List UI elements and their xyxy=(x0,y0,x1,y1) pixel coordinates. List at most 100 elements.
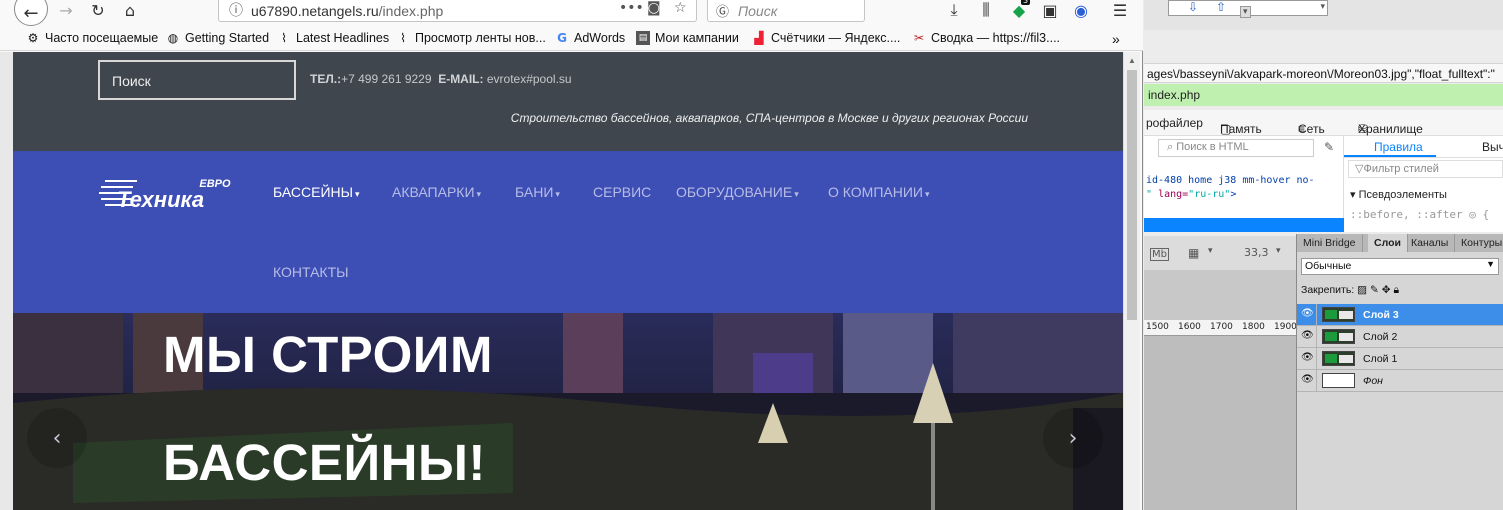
chevron-right-icon: › xyxy=(1068,425,1078,451)
rules-tabs: Правила Выч xyxy=(1344,136,1503,158)
brush-icon[interactable]: ✎ xyxy=(1370,284,1379,296)
arrow-right-icon: → xyxy=(59,0,73,20)
tab-rules[interactable]: Правила xyxy=(1374,140,1423,154)
grid-icon[interactable]: ▦ xyxy=(1188,246,1199,260)
zoom-level: 33,3 xyxy=(1244,246,1269,259)
code-line-2: " lang="ru-ru"> xyxy=(1146,189,1237,200)
ps-canvas-area[interactable] xyxy=(1144,336,1296,510)
tab-layers[interactable]: Слои xyxy=(1368,234,1408,252)
menu-button[interactable]: ☰ xyxy=(1106,0,1134,20)
page-actions-icon[interactable]: ••• xyxy=(619,0,644,16)
hero-heading-line1: МЫ СТРОИМ xyxy=(163,326,493,383)
home-button[interactable]: ⌂ xyxy=(116,0,144,20)
eye-icon[interactable]: 👁︎ xyxy=(1301,308,1314,319)
code-line-1: id-480 home j38 mm-hover no- xyxy=(1146,175,1315,186)
move-icon[interactable]: ✥ xyxy=(1382,284,1391,296)
arrow-down-icon[interactable]: ⇩ xyxy=(1188,0,1198,14)
email-address[interactable]: evrotex#pool.su xyxy=(487,72,572,86)
scroll-up-icon[interactable]: ▲ xyxy=(1128,56,1136,65)
bookmark-item[interactable]: ▟ Счётчики — Яндекс.... xyxy=(752,31,900,45)
lock-transparency-icon[interactable]: ▨ xyxy=(1357,284,1367,296)
library-button[interactable]: ⫼ xyxy=(972,0,1000,20)
tab-mini-bridge[interactable]: Mini Bridge xyxy=(1297,234,1363,252)
extension-badge: 3 xyxy=(1021,0,1031,5)
tab-paths[interactable]: Контуры xyxy=(1455,234,1503,252)
small-dropdown-icon[interactable]: ▾ xyxy=(1240,6,1251,18)
layer-row[interactable]: 👁︎ Фон xyxy=(1297,370,1503,392)
nav-item-akvaparki[interactable]: АКВАПАРКИ ▾ xyxy=(392,184,481,200)
devtools-tabs: рофайлер ▢ Память ≡ Сеть ⛁ Хранилище xyxy=(1144,110,1503,136)
layer-name: Слой 3 xyxy=(1363,309,1399,321)
tab-computed[interactable]: Выч xyxy=(1482,140,1503,154)
site-tagline: Строительство бассейнов, аквапарков, СПА… xyxy=(510,111,1028,125)
page-scrollbar[interactable]: ▲ xyxy=(1123,52,1140,510)
chevron-double-right-icon: » xyxy=(1112,31,1120,47)
selected-node-bar xyxy=(1144,218,1344,232)
reload-button[interactable]: ↻ xyxy=(84,0,112,20)
ps-top-strip: ▾ ⇩ ⇧ ▾ xyxy=(1144,0,1503,30)
bookmark-item[interactable]: ⌇ Latest Headlines xyxy=(277,31,389,45)
hero-heading-line2: БАССЕЙНЫ! xyxy=(163,434,486,491)
highlighted-url-line: index.php xyxy=(1144,84,1503,106)
nav-item-kontakty[interactable]: КОНТАКТЫ xyxy=(273,264,349,280)
html-search-input[interactable]: ⌕ Поиск в HTML xyxy=(1158,139,1314,157)
url-bar[interactable]: ⓘ u67890.netangels.ru/index.php ••• ◙ ☆ xyxy=(218,0,697,22)
devtools-inspector: ⌕ Поиск в HTML ✎ id-480 home j38 mm-hove… xyxy=(1144,136,1344,232)
lock-label: Закрепить: xyxy=(1301,284,1355,296)
bookmark-item[interactable]: ⌇ Просмотр ленты нов... xyxy=(396,31,546,45)
pseudo-elements-heading[interactable]: ▾ Псевдоэлементы xyxy=(1350,188,1447,201)
nav-item-servis[interactable]: СЕРВИС xyxy=(593,184,651,200)
scrollbar-thumb[interactable] xyxy=(1127,70,1137,320)
bookmark-item[interactable]: ▤ Мои кампании xyxy=(636,31,739,45)
devtools-rules: Правила Выч ▽Фильтр стилей ▾ Псевдоэлеме… xyxy=(1344,136,1503,232)
tab-channels[interactable]: Каналы xyxy=(1405,234,1456,252)
extension-button[interactable]: ◆ 3 xyxy=(1005,0,1033,20)
chevron-down-icon[interactable]: ▾ xyxy=(1276,246,1281,256)
tab-profiler[interactable]: рофайлер xyxy=(1146,116,1203,130)
nav-item-bani[interactable]: БАНИ ▾ xyxy=(515,184,560,200)
rss-icon: ⌇ xyxy=(281,31,287,45)
bookmark-item[interactable]: ◍ Getting Started xyxy=(166,31,269,45)
bookmark-item[interactable]: G AdWords xyxy=(555,31,625,45)
nav-item-o-kompanii[interactable]: О КОМПАНИИ ▾ xyxy=(828,184,930,200)
forward-button[interactable]: → xyxy=(52,0,80,20)
lock-icon[interactable]: 🔒︎ xyxy=(1393,284,1399,296)
site-search-input[interactable]: Поиск xyxy=(98,60,296,100)
search-bar[interactable]: Ⓖ Поиск xyxy=(707,0,865,22)
more-bookmarks-button[interactable]: » xyxy=(1112,31,1120,47)
page-left-gutter xyxy=(0,52,13,510)
rss-icon: ⌇ xyxy=(400,31,406,45)
nav-item-basseyny[interactable]: БАССЕЙНЫ ▾ xyxy=(273,184,360,200)
blend-mode-select[interactable]: Обычные ▼ xyxy=(1301,258,1499,275)
downloads-button[interactable]: ⤓ xyxy=(940,0,968,20)
star-icon[interactable]: ☆ xyxy=(674,0,687,16)
arrow-up-icon[interactable]: ⇧ xyxy=(1216,0,1226,14)
back-button[interactable]: ← xyxy=(14,0,48,26)
slider-next-button[interactable]: › xyxy=(1043,408,1103,468)
layer-row[interactable]: 👁︎ Слой 3 xyxy=(1297,304,1503,326)
info-icon: ⓘ xyxy=(229,3,243,19)
slider-prev-button[interactable]: ‹ xyxy=(27,408,87,468)
phone-number[interactable]: +7 499 261 9229 xyxy=(341,72,431,86)
layer-row[interactable]: 👁︎ Слой 2 xyxy=(1297,326,1503,348)
bookmark-item[interactable]: ⚙ Часто посещаемые xyxy=(26,31,159,45)
layer-row[interactable]: 👁︎ Слой 1 xyxy=(1297,348,1503,370)
nav-item-oborudovanie[interactable]: ОБОРУДОВАНИЕ ▾ xyxy=(676,184,799,200)
eyedropper-icon[interactable]: ✎ xyxy=(1324,140,1334,154)
style-filter-input[interactable]: ▽Фильтр стилей xyxy=(1348,160,1503,178)
site-top-bar: Поиск ТЕЛ.:+7 499 261 9229 E-MAIL: evrot… xyxy=(13,52,1123,151)
eye-icon[interactable]: 👁︎ xyxy=(1301,374,1314,385)
url-text: u67890.netangels.ru/index.php xyxy=(251,3,444,19)
pocket-icon[interactable]: ◙ xyxy=(647,0,661,16)
chevron-down-icon[interactable]: ▾ xyxy=(1208,246,1213,256)
site-logo[interactable]: ЕВРО Техника xyxy=(97,175,242,211)
eye-icon[interactable]: 👁︎ xyxy=(1301,330,1314,341)
sidebar-button[interactable]: ▣ xyxy=(1036,0,1064,20)
gear-icon: ⚙ xyxy=(27,31,39,45)
vpn-button[interactable]: ◉ xyxy=(1067,0,1095,20)
google-icon: G xyxy=(557,31,567,45)
mb-icon[interactable]: Mb xyxy=(1150,248,1169,261)
eye-icon[interactable]: 👁︎ xyxy=(1301,352,1314,363)
bookmark-item[interactable]: ✂ Сводка — https://fil3.... xyxy=(912,31,1060,45)
active-tab-underline xyxy=(1344,155,1436,157)
